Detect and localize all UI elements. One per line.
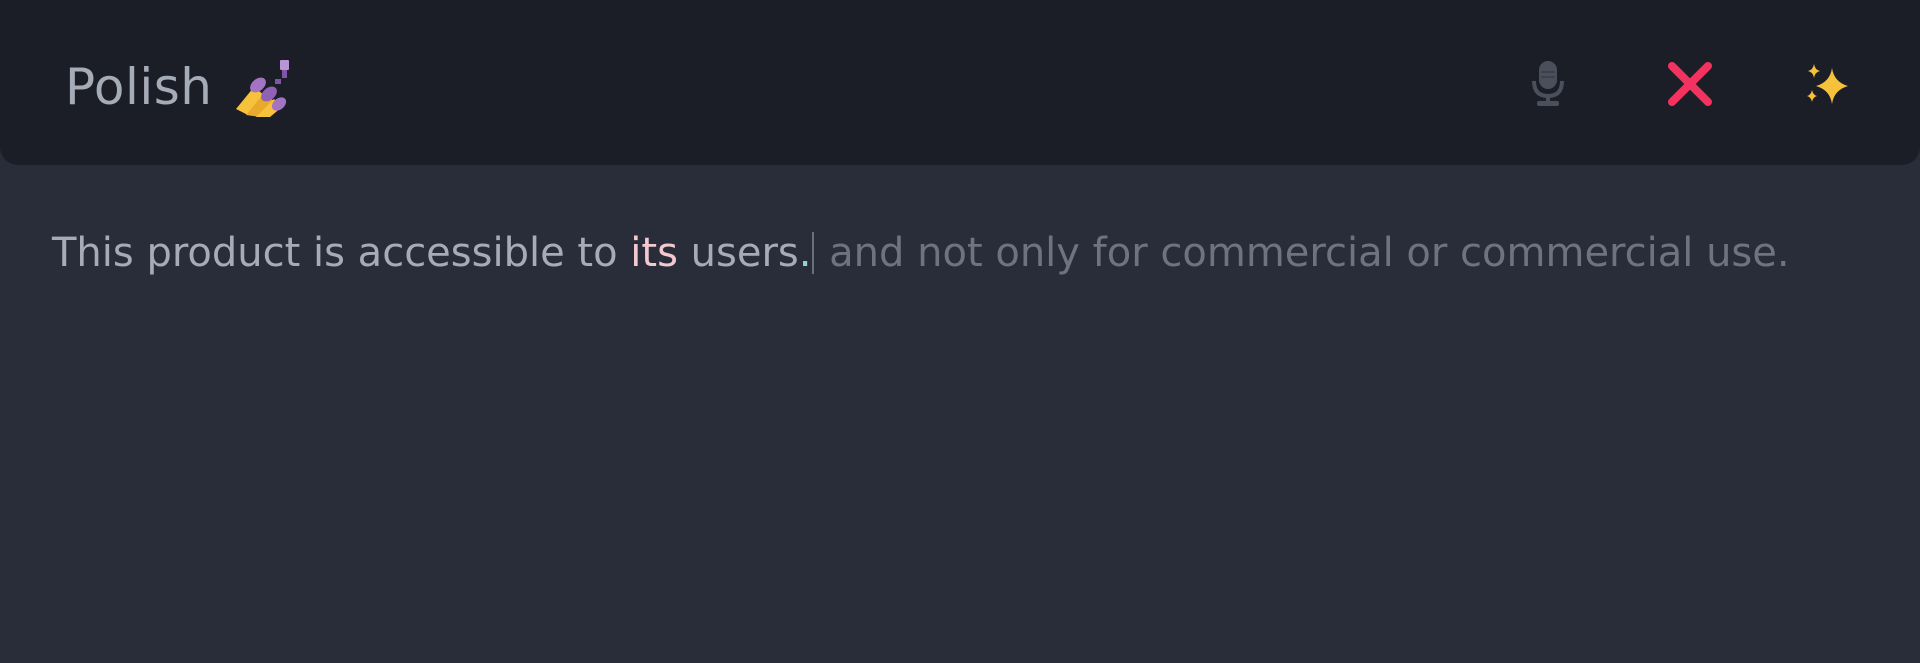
- text-caret: [812, 232, 815, 274]
- autocomplete-suggestion[interactable]: and not only for commercial or commercia…: [816, 230, 1789, 276]
- microphone-icon: [1531, 61, 1565, 111]
- header-bar: Polish: [0, 0, 1920, 165]
- app-title-text: Polish: [65, 58, 213, 116]
- close-button[interactable]: [1660, 56, 1720, 116]
- text-editor[interactable]: This product is accessible to its users.…: [52, 218, 1872, 288]
- sparkles-icon: [1804, 60, 1852, 112]
- app-title: Polish: [65, 52, 292, 122]
- enhance-button[interactable]: [1798, 56, 1858, 116]
- highlighted-period: .: [798, 230, 812, 276]
- highlighted-word: its: [630, 230, 678, 276]
- nail-polish-icon: [234, 57, 292, 117]
- editor-text-after: users: [677, 230, 799, 276]
- polish-app: Polish This product is accessible to its…: [0, 0, 1920, 663]
- editor-text-before: This product is accessible to: [52, 230, 631, 276]
- close-icon: [1667, 61, 1713, 111]
- microphone-button[interactable]: [1518, 56, 1578, 116]
